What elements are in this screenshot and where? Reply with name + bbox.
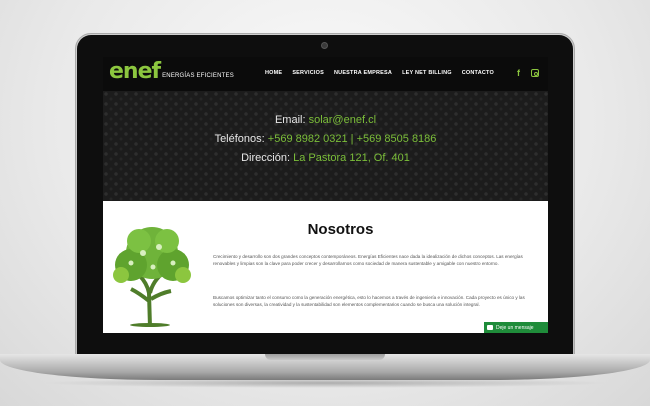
- nav-ley-net-billing[interactable]: LEY NET BILLING: [402, 70, 452, 76]
- address-value: La Pastora 121, Of. 401: [293, 152, 410, 164]
- about-paragraph-2: Buscamos optimizar tanto el consumo como…: [213, 295, 525, 307]
- laptop-screen: enef ENERGÍAS EFICIENTES HOME SERVICIOS …: [103, 57, 548, 333]
- nav-home[interactable]: HOME: [265, 70, 282, 76]
- nav-menu: HOME SERVICIOS NUESTRA EMPRESA LEY NET B…: [265, 70, 494, 76]
- address-line: Dirección: La Pastora 121, Of. 401: [103, 152, 548, 164]
- email-line: Email: solar@enef.cl: [103, 114, 548, 126]
- logo-subtitle: ENERGÍAS EFICIENTES: [162, 73, 234, 79]
- webcam-icon: [321, 42, 328, 49]
- phone-label: Teléfonos:: [214, 133, 265, 145]
- about-section: Nosotros Crecimiento y desarrollo son do…: [103, 201, 548, 333]
- eco-tree-illustration: [113, 227, 191, 327]
- facebook-icon[interactable]: f: [517, 69, 520, 78]
- address-label: Dirección:: [241, 152, 291, 164]
- email-link[interactable]: solar@enef.cl: [309, 114, 376, 126]
- instagram-icon[interactable]: [531, 69, 539, 77]
- chat-icon: [487, 325, 493, 330]
- phone-value[interactable]: +569 8982 0321 | +569 8505 8186: [268, 133, 437, 145]
- site-navbar: enef ENERGÍAS EFICIENTES HOME SERVICIOS …: [103, 57, 548, 91]
- contact-hero: Email: solar@enef.cl Teléfonos: +569 898…: [103, 91, 548, 201]
- phone-line: Teléfonos: +569 8982 0321 | +569 8505 81…: [103, 133, 548, 145]
- nav-nuestra-empresa[interactable]: NUESTRA EMPRESA: [334, 70, 392, 76]
- enef-logo[interactable]: enef ENERGÍAS EFICIENTES: [109, 59, 234, 84]
- chat-widget-button[interactable]: Deje un mensaje: [484, 322, 548, 333]
- chat-label: Deje un mensaje: [496, 324, 534, 331]
- nav-servicios[interactable]: SERVICIOS: [292, 70, 324, 76]
- section-title: Nosotros: [307, 221, 374, 238]
- logo-mark: enef: [109, 59, 161, 84]
- laptop-base-notch: [265, 354, 385, 360]
- nav-contacto[interactable]: CONTACTO: [462, 70, 494, 76]
- about-paragraph-1: Crecimiento y desarrollo son dos grandes…: [213, 254, 523, 266]
- email-label: Email:: [274, 114, 306, 126]
